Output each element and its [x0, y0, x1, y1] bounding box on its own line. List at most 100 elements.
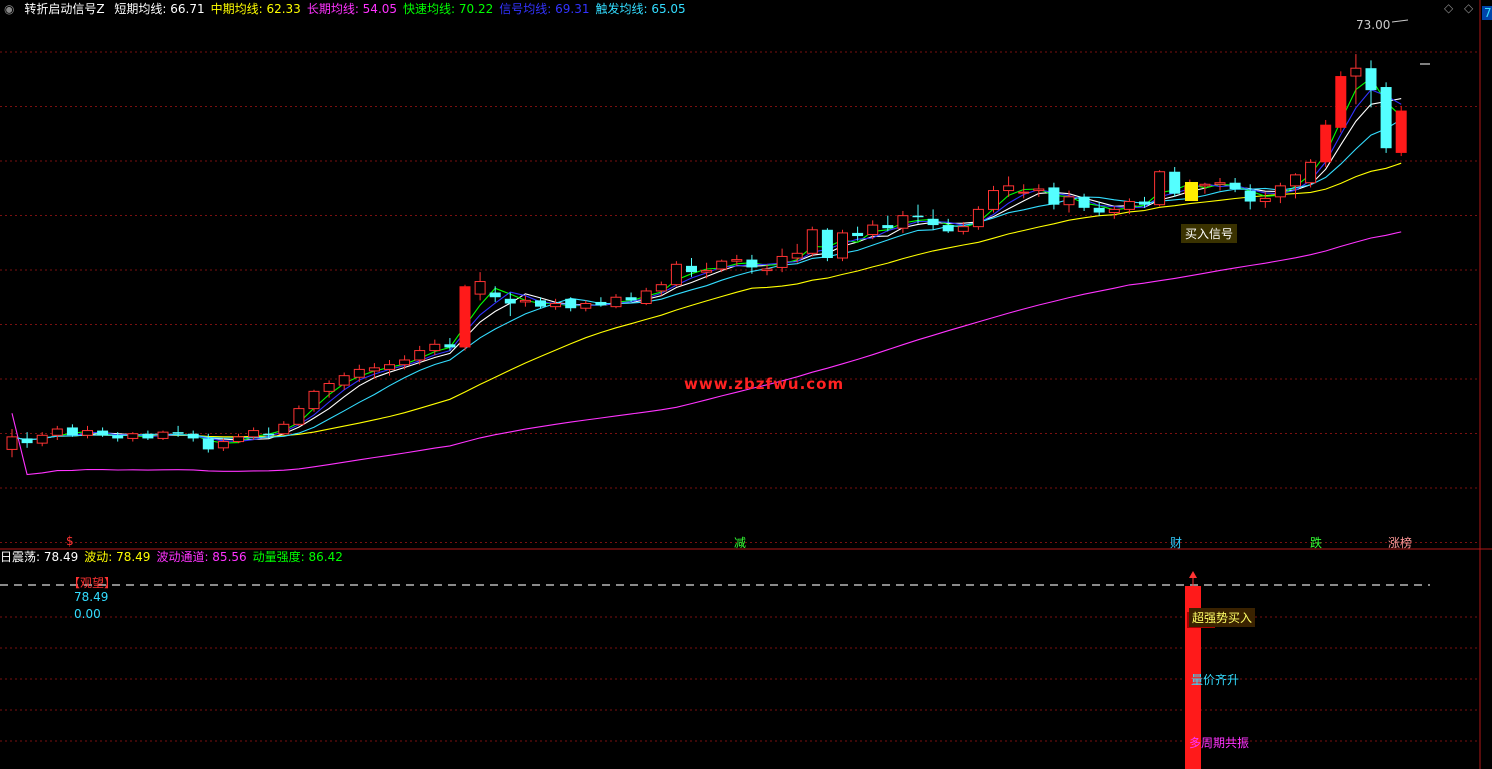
- candle-body: [233, 436, 244, 443]
- candle-body: [21, 438, 33, 444]
- sub-value-b: 0.00: [74, 607, 101, 621]
- candle-body: [655, 284, 667, 292]
- candle-body: [776, 255, 788, 268]
- candle-body: [1274, 185, 1286, 198]
- candle-body: [610, 296, 622, 308]
- candle-body: [1290, 174, 1301, 187]
- candle-body: [550, 303, 562, 308]
- sub-item-1: 波动: 78.49: [84, 550, 151, 564]
- ma-item-4: 信号均线: 69.31: [499, 2, 590, 16]
- candle-body: [1108, 208, 1120, 214]
- candle-body: [821, 229, 833, 259]
- candle-body: [1018, 191, 1030, 194]
- up-arrow-icon: [1189, 571, 1197, 578]
- high-arrow-icon: [1391, 19, 1409, 23]
- candle-body: [429, 343, 441, 352]
- settings-icon[interactable]: ◉: [4, 2, 14, 16]
- candle-body: [504, 298, 516, 304]
- candle-body: [338, 375, 350, 386]
- main-legend: ◉ 转折启动信号Z 短期均线: 66.71 中期均线: 62.33 长期均线: 54…: [4, 0, 698, 18]
- ma-item-0: 短期均线: 66.71: [114, 2, 205, 16]
- candle-body: [882, 225, 894, 229]
- candle-body: [837, 232, 848, 259]
- candle-body: [278, 423, 290, 435]
- candle-body: [1154, 171, 1166, 206]
- candle-body: [444, 344, 456, 348]
- candle-body: [308, 390, 320, 410]
- sub-value-a: 78.49: [74, 590, 109, 604]
- candle-body: [731, 259, 743, 262]
- candle-body: [202, 438, 214, 450]
- candle-body: [942, 225, 954, 232]
- bottom-marker-1: 减: [734, 536, 747, 550]
- candle-body: [1320, 124, 1332, 163]
- candle-body: [248, 430, 260, 438]
- candle-body: [399, 359, 411, 366]
- ma-item-5: 触发均线: 65.05: [595, 2, 686, 16]
- candle-body: [1169, 171, 1181, 194]
- candle-body: [852, 232, 864, 237]
- candle-body: [217, 441, 229, 449]
- candle-body: [66, 427, 78, 436]
- candle-body: [1365, 68, 1377, 91]
- candle-body: [535, 300, 546, 307]
- sub-item-0: 日震荡: 78.49: [0, 550, 79, 564]
- candle-body: [1214, 182, 1226, 185]
- candle-body: [1380, 87, 1392, 149]
- candle-body: [1033, 188, 1045, 192]
- candle-body: [686, 265, 697, 273]
- candle-body: [323, 383, 335, 392]
- candle-body: [580, 303, 592, 309]
- ma-line-1: [11, 162, 1402, 441]
- ma-item-3: 快速均线: 70.22: [403, 2, 494, 16]
- status-bracket: 【观望】: [68, 576, 117, 590]
- candle-body: [640, 290, 652, 305]
- bottom-marker-0: $: [66, 534, 74, 548]
- diamond-icon-2[interactable]: ◇: [1464, 1, 1473, 15]
- candle-body: [97, 430, 109, 436]
- watermark: www.zbzfwu.com: [684, 375, 845, 393]
- candle-body: [595, 301, 607, 306]
- candle-body: [1048, 187, 1060, 205]
- candle-body: [293, 408, 305, 425]
- high-price-label: 73.00: [1356, 18, 1391, 32]
- candle-body: [368, 367, 380, 372]
- candle-body: [912, 215, 924, 218]
- candle-body: [1350, 67, 1362, 77]
- candle-body: [142, 433, 154, 439]
- ma-values: 短期均线: 66.71 中期均线: 62.33 长期均线: 54.05 快速均线: 7…: [114, 2, 691, 16]
- candle-body: [806, 229, 818, 254]
- bottom-marker-4: 涨榜: [1388, 536, 1413, 550]
- candle-body: [988, 190, 999, 210]
- candle-body: [384, 364, 395, 370]
- candle-body: [353, 368, 365, 378]
- candle-body: [51, 428, 63, 436]
- buy-signal-label: 买入信号: [1181, 224, 1238, 243]
- candle-body: [716, 260, 728, 270]
- candle-body: [1199, 183, 1211, 187]
- candle-body: [625, 297, 637, 301]
- candle-body: [1123, 201, 1135, 210]
- sub-item-3: 动量强度: 86.42: [252, 550, 343, 564]
- candle-body: [1078, 196, 1090, 208]
- candle-body: [972, 208, 984, 228]
- candle-body: [112, 435, 124, 439]
- candle-body: [761, 268, 773, 272]
- candle-body: [36, 434, 48, 444]
- candle-body: [82, 430, 93, 436]
- candle-body: [263, 433, 275, 436]
- candle-body: [172, 432, 184, 434]
- bottom-marker-3: 跌: [1310, 536, 1323, 550]
- candle-body: [927, 218, 939, 226]
- candle-body: [1244, 190, 1256, 202]
- signal-volume-price: 量价齐升: [1191, 673, 1240, 687]
- indicator-name: 转折启动信号Z: [24, 2, 105, 16]
- candle-body: [1259, 197, 1271, 203]
- candle-body: [670, 263, 682, 286]
- ma-item-1: 中期均线: 62.33: [210, 2, 301, 16]
- sub-legend: 日震荡: 78.49 波动: 78.49 波动通道: 85.56 动量强度: 86.4…: [0, 548, 355, 566]
- candle-body: [157, 431, 169, 439]
- diamond-icon-1[interactable]: ◇: [1444, 1, 1453, 15]
- candle-body: [1093, 207, 1105, 213]
- candle-body: [957, 226, 969, 232]
